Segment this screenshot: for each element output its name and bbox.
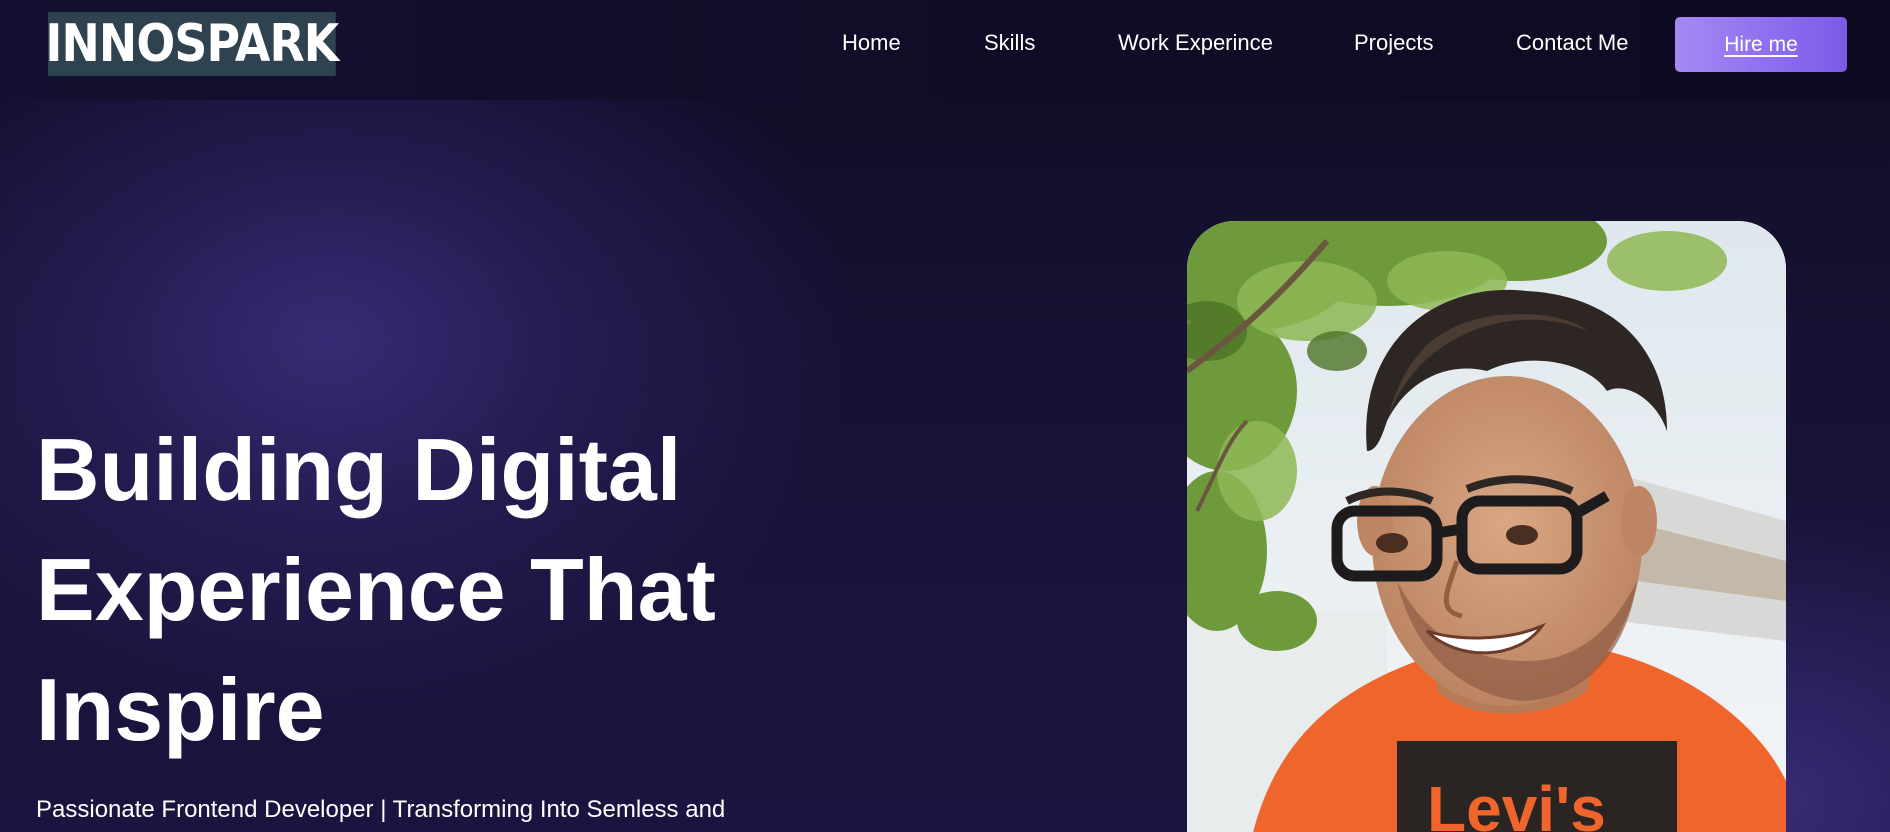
svg-text:Levi's: Levi's <box>1427 773 1606 832</box>
nav-link-contact-me[interactable]: Contact Me <box>1516 30 1629 56</box>
nav-link-home[interactable]: Home <box>842 30 901 56</box>
brand-logo-text: INNOSPARK <box>45 14 339 74</box>
profile-photo-illustration: Levi's <box>1187 221 1786 832</box>
hero-title-line-3: Inspire <box>36 660 325 759</box>
hire-me-button[interactable]: Hire me <box>1675 17 1847 72</box>
hero-title-line-2: Experience That <box>36 540 716 639</box>
profile-photo: Levi's <box>1187 221 1786 832</box>
brand-logo[interactable]: INNOSPARK <box>45 12 339 76</box>
nav-link-projects[interactable]: Projects <box>1354 30 1433 56</box>
nav-link-skills[interactable]: Skills <box>984 30 1035 56</box>
nav-link-work-experience[interactable]: Work Experince <box>1118 30 1273 56</box>
hero-subtitle: Passionate Frontend Developer | Transfor… <box>36 796 726 823</box>
navbar: INNOSPARK Home Skills Work Experince Pro… <box>0 0 1890 100</box>
page-background: INNOSPARK Home Skills Work Experince Pro… <box>0 0 1890 832</box>
hire-me-label: Hire me <box>1724 32 1798 56</box>
hero-title-line-1: Building Digital <box>36 420 682 519</box>
hero-title: Building Digital Experience That Inspire <box>36 410 856 770</box>
